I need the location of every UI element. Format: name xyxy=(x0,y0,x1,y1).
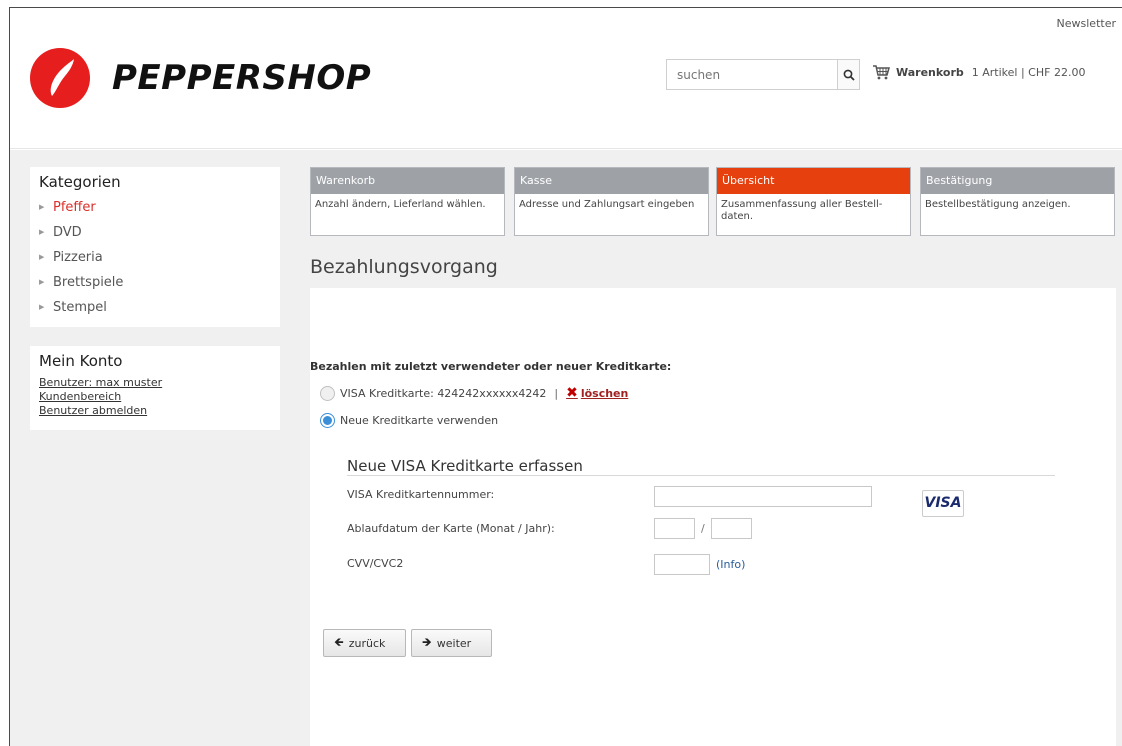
category-item[interactable]: ▶ Pizzeria xyxy=(39,245,280,270)
new-card-label: Neue Kreditkarte verwenden xyxy=(340,414,499,427)
step-title: Bestätigung xyxy=(921,168,1114,194)
account-link[interactable]: Kundenbereich xyxy=(39,390,280,404)
account-links: Benutzer: max muster Kundenbereich Benutze… xyxy=(30,370,280,418)
arrow-right-icon: 🡺 xyxy=(422,634,432,649)
expiry-year-input[interactable] xyxy=(711,518,752,539)
cvv-info-link[interactable]: (Info) xyxy=(716,558,745,571)
saved-card-label: VISA Kreditkarte: 424242xxxxxx4242 xyxy=(340,386,547,400)
category-item[interactable]: ▶ Pfeffer xyxy=(39,195,280,220)
shop-logo[interactable]: PEPPERSHOP xyxy=(30,48,371,108)
expiry-label: Ablaufdatum der Karte (Monat / Jahr): xyxy=(347,522,555,535)
triangle-right-icon: ▶ xyxy=(39,253,45,261)
card-number-input[interactable] xyxy=(654,486,872,507)
account-link[interactable]: Benutzer: max muster xyxy=(39,376,280,390)
step-description: Adresse und Zahlungsart eingeben xyxy=(519,199,695,210)
expiry-month-input[interactable] xyxy=(654,518,695,539)
delete-x-icon: ✖ xyxy=(566,385,578,401)
next-label: weiter xyxy=(436,636,472,650)
new-card-radio[interactable] xyxy=(320,413,335,428)
triangle-right-icon: ▶ xyxy=(39,203,45,211)
arrow-left-icon: 🡸 xyxy=(334,634,344,649)
triangle-right-icon: ▶ xyxy=(39,228,45,236)
category-label: Pizzeria xyxy=(53,250,103,265)
pepper-logo-icon xyxy=(30,48,90,108)
step-description: Bestellbestätigung anzeigen. xyxy=(925,199,1071,210)
checkout-step[interactable]: Warenkorb Anzahl ändern, Lieferland wähle… xyxy=(310,167,505,236)
saved-card-option[interactable]: VISA Kreditkarte: 424242xxxxxx4242 | ✖ l… xyxy=(320,385,628,401)
checkout-step[interactable]: Übersicht Zusammenfassung aller Bestell-d… xyxy=(716,167,911,236)
form-divider xyxy=(347,475,1055,476)
back-label: zurück xyxy=(348,636,386,650)
account-link[interactable]: Benutzer abmelden xyxy=(39,404,280,418)
triangle-right-icon: ▶ xyxy=(39,278,45,286)
search-input[interactable] xyxy=(667,60,837,89)
card-number-label: VISA Kreditkartennummer: xyxy=(347,488,495,501)
step-description: Zusammenfassung aller Bestell-daten. xyxy=(721,199,883,222)
logo-text: PEPPERSHOP xyxy=(112,58,372,98)
expiry-separator: / xyxy=(701,522,705,535)
delete-label: löschen xyxy=(580,386,629,400)
payment-content: Bezahlen mit zuletzt verwendeter oder ne… xyxy=(310,288,1116,746)
new-card-form-title: Neue VISA Kreditkarte erfassen xyxy=(347,457,583,475)
step-title: Kasse xyxy=(515,168,708,194)
cart-label: Warenkorb xyxy=(896,66,964,79)
visa-logo: VISA xyxy=(922,490,964,517)
separator: | xyxy=(554,386,559,400)
category-label: Brettspiele xyxy=(53,275,124,290)
payment-heading: Bezahlen mit zuletzt verwendeter oder ne… xyxy=(310,360,672,373)
category-item[interactable]: ▶ Brettspiele xyxy=(39,270,280,295)
new-card-option[interactable]: Neue Kreditkarte verwenden xyxy=(320,413,498,428)
back-button[interactable]: 🡸 zurück xyxy=(323,629,406,657)
categories-title: Kategorien xyxy=(39,173,121,191)
next-button[interactable]: 🡺 weiter xyxy=(411,629,492,657)
step-title: Übersicht xyxy=(717,168,910,194)
search-box xyxy=(666,59,860,90)
cart-summary[interactable]: Warenkorb 1 Artikel | CHF 22.00 xyxy=(872,65,1085,80)
step-title: Warenkorb xyxy=(311,168,504,194)
cvv-label: CVV/CVC2 xyxy=(347,557,404,570)
cvv-input[interactable] xyxy=(654,554,710,575)
cart-icon xyxy=(873,65,890,80)
categories-box: Kategorien ▶ Pfeffer ▶ DVD ▶ Pizzeria ▶ Brettsp… xyxy=(30,167,280,327)
category-list: ▶ Pfeffer ▶ DVD ▶ Pizzeria ▶ Brettspiele ▶ Stempe… xyxy=(30,191,280,320)
search-icon xyxy=(843,69,855,81)
delete-card-link[interactable]: ✖ löschen xyxy=(566,385,628,401)
cart-info: 1 Artikel | CHF 22.00 xyxy=(971,66,1086,79)
saved-card-radio[interactable] xyxy=(320,385,335,401)
triangle-right-icon: ▶ xyxy=(39,303,45,311)
account-title: Mein Konto xyxy=(39,352,123,370)
category-label: DVD xyxy=(53,225,82,240)
category-label: Pfeffer xyxy=(53,200,96,215)
search-button[interactable] xyxy=(837,60,859,89)
category-label: Stempel xyxy=(53,300,107,315)
newsletter-link[interactable]: Newsletter xyxy=(1057,17,1116,30)
category-item[interactable]: ▶ Stempel xyxy=(39,295,280,320)
site-header: Newsletter PEPPERSHOP Warenkorb 1 xyxy=(10,8,1122,149)
step-description: Anzahl ändern, Lieferland wählen. xyxy=(315,199,486,210)
account-box: Mein Konto Benutzer: max muster Kundenber… xyxy=(30,346,280,430)
checkout-step[interactable]: Kasse Adresse und Zahlungsart eingeben xyxy=(514,167,709,236)
category-item[interactable]: ▶ DVD xyxy=(39,220,280,245)
checkout-step[interactable]: Bestätigung Bestellbestätigung anzeigen. xyxy=(920,167,1115,236)
checkout-steps: Warenkorb Anzahl ändern, Lieferland wähle… xyxy=(310,167,1116,236)
page-title: Bezahlungsvorgang xyxy=(310,256,498,278)
